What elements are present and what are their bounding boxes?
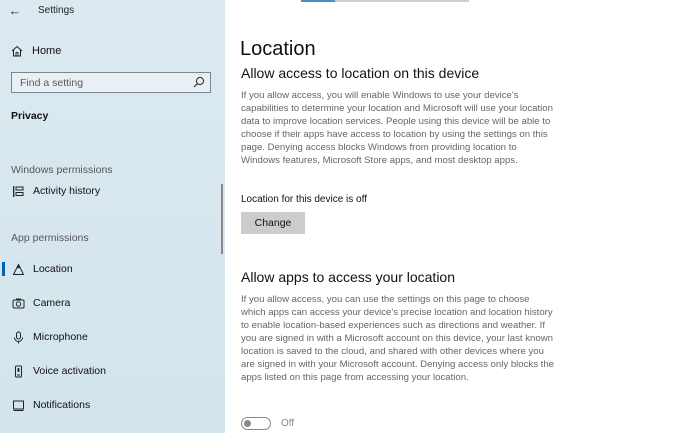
home-icon: [11, 45, 23, 57]
sidebar-item-label: Activity history: [33, 185, 101, 197]
sidebar-item-label: Voice activation: [33, 365, 106, 377]
sidebar-item-location[interactable]: Location: [0, 258, 222, 280]
group-label-app-permissions: App permissions: [11, 232, 89, 244]
voice-activation-icon: [11, 364, 25, 378]
app-location-toggle[interactable]: [241, 417, 271, 430]
sidebar: ← Settings Home Privacy Windows permissi…: [0, 0, 225, 433]
toggle-state-label: Off: [281, 418, 295, 429]
device-location-description: If you allow access, you will enable Win…: [241, 90, 553, 166]
sidebar-item-notifications[interactable]: Notifications: [0, 394, 222, 416]
app-location-heading: Allow apps to access your location: [241, 269, 455, 285]
search-icon[interactable]: [193, 76, 205, 88]
home-label: Home: [32, 45, 62, 57]
change-button[interactable]: Change: [241, 212, 305, 234]
app-title: Settings: [38, 5, 75, 16]
home-nav-item[interactable]: Home: [11, 42, 61, 60]
notifications-icon: [11, 398, 25, 412]
toggle-knob: [244, 420, 251, 427]
page-title: Location: [240, 38, 316, 60]
sidebar-item-label: Notifications: [33, 399, 91, 411]
top-divider-accent: [301, 0, 335, 2]
sidebar-item-microphone[interactable]: Microphone: [0, 326, 222, 348]
search-input[interactable]: [12, 73, 192, 93]
main-content: Location Allow access to location on thi…: [225, 0, 700, 433]
location-icon: [11, 262, 25, 276]
app-location-description: If you allow access, you can use the set…: [241, 294, 555, 383]
sidebar-item-label: Camera: [33, 297, 71, 309]
microphone-icon: [11, 330, 25, 344]
sidebar-item-camera[interactable]: Camera: [0, 292, 222, 314]
section-title-privacy: Privacy: [11, 110, 49, 122]
sidebar-item-label: Microphone: [33, 331, 88, 343]
camera-icon: [11, 296, 25, 310]
sidebar-item-label: Location: [33, 263, 73, 275]
sidebar-item-voice-activation[interactable]: Voice activation: [0, 360, 222, 382]
device-location-status: Location for this device is off: [241, 194, 367, 205]
title-bar: ← Settings: [0, 0, 225, 26]
device-location-heading: Allow access to location on this device: [241, 65, 480, 81]
back-button[interactable]: ←: [6, 2, 24, 20]
group-label-windows-permissions: Windows permissions: [11, 164, 113, 176]
back-arrow-icon: ←: [8, 3, 22, 18]
sidebar-item-activity-history[interactable]: Activity history: [0, 180, 222, 202]
sidebar-scrollbar[interactable]: [221, 184, 223, 254]
activity-history-icon: [11, 184, 25, 198]
search-box[interactable]: [11, 72, 211, 93]
